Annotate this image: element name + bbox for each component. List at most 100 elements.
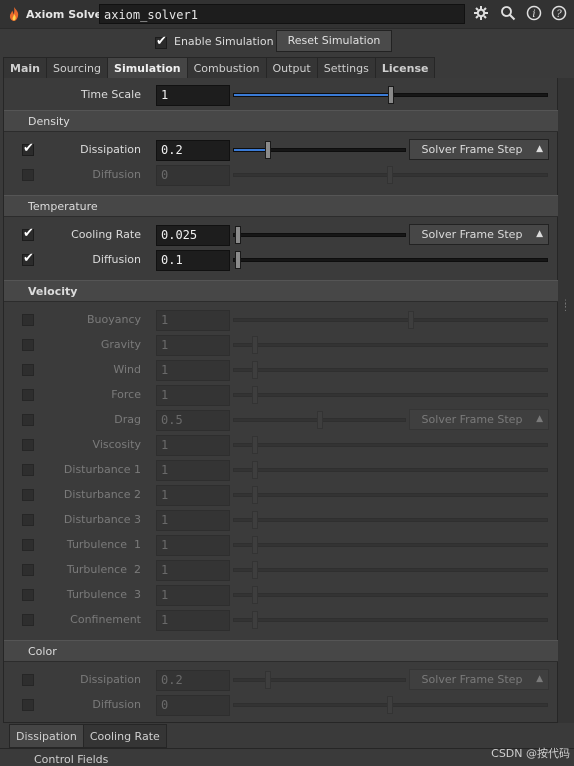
wind-slider-handle[interactable] [252,361,258,379]
time-scale-slider-handle[interactable] [388,86,394,104]
disturbance-2-checkbox[interactable] [22,489,34,501]
info-icon[interactable]: i [525,5,543,23]
disturbance-1-slider-handle[interactable] [252,461,258,479]
disturbance-1-checkbox[interactable] [22,464,34,476]
temperature-diffusion-field[interactable]: 0.1 [156,250,230,271]
turbulence-3-checkbox[interactable] [22,589,34,601]
tab-output[interactable]: Output [265,57,318,78]
gear-icon[interactable] [472,5,490,23]
disturbance-3-checkbox[interactable] [22,514,34,526]
density-diffusion-field[interactable]: 0 [156,165,230,186]
time-scale-field[interactable]: 1 [156,85,230,106]
scrollbar-grip-icon[interactable]: ⋮ ⋮ [561,300,570,313]
color-dissipation-field[interactable]: 0.2 [156,670,230,691]
density-section-header[interactable]: Density [4,110,559,132]
enable-simulation-checkbox[interactable] [155,34,167,49]
turbulence-2-field[interactable]: 1 [156,560,230,581]
drag-field[interactable]: 0.5 [156,410,230,431]
color-diffusion-slider[interactable] [233,696,548,714]
search-icon[interactable] [499,5,517,23]
drag-slider-handle[interactable] [317,411,323,429]
disturbance-3-field[interactable]: 1 [156,510,230,531]
force-slider[interactable] [233,386,548,404]
temperature-section-header[interactable]: Temperature [4,195,559,217]
buoyancy-slider-handle[interactable] [408,311,414,329]
turbulence-2-slider-handle[interactable] [252,561,258,579]
turbulence-3-slider-handle[interactable] [252,586,258,604]
force-slider-handle[interactable] [252,386,258,404]
wind-checkbox[interactable] [22,364,34,376]
density-dissipation-mode-menu[interactable]: Solver Frame Step ▲ [409,139,549,160]
density-diffusion-slider-handle[interactable] [387,166,393,184]
reset-simulation-button[interactable]: Reset Simulation [276,30,392,52]
turbulence-1-checkbox[interactable] [22,539,34,551]
tab-settings[interactable]: Settings [316,57,376,78]
temperature-diffusion-slider-handle[interactable] [235,251,241,269]
time-scale-slider[interactable] [233,86,548,104]
gravity-slider[interactable] [233,336,548,354]
color-dissipation-mode-menu[interactable]: Solver Frame Step ▲ [409,669,549,690]
turbulence-3-slider[interactable] [233,586,548,604]
temperature-diffusion-slider[interactable] [233,251,548,269]
help-icon[interactable]: ? [550,5,568,23]
confinement-slider-handle[interactable] [252,611,258,629]
drag-mode-menu[interactable]: Solver Frame Step ▲ [409,409,549,430]
tab-cooling-rate[interactable]: Cooling Rate [82,724,167,748]
disturbance-2-slider-handle[interactable] [252,486,258,504]
disturbance-2-slider[interactable] [233,486,548,504]
confinement-checkbox[interactable] [22,614,34,626]
turbulence-1-field[interactable]: 1 [156,535,230,556]
density-dissipation-field[interactable]: 0.2 [156,140,230,161]
color-section-header[interactable]: Color [4,640,559,662]
color-dissipation-checkbox[interactable] [22,674,34,686]
color-diffusion-slider-handle[interactable] [387,696,393,714]
tab-sourcing[interactable]: Sourcing [45,57,109,78]
turbulence-2-slider[interactable] [233,561,548,579]
force-field[interactable]: 1 [156,385,230,406]
vertical-scrollbar[interactable] [558,78,574,723]
density-dissipation-slider[interactable] [233,141,406,159]
tab-main[interactable]: Main [3,57,47,78]
wind-field[interactable]: 1 [156,360,230,381]
cooling-rate-slider[interactable] [233,226,406,244]
turbulence-2-checkbox[interactable] [22,564,34,576]
gravity-slider-handle[interactable] [252,336,258,354]
tab-license[interactable]: License [374,57,436,78]
turbulence-1-slider-handle[interactable] [252,536,258,554]
disturbance-1-slider[interactable] [233,461,548,479]
color-dissipation-slider[interactable] [233,671,406,689]
disturbance-1-field[interactable]: 1 [156,460,230,481]
tab-dissipation[interactable]: Dissipation [9,724,84,748]
density-dissipation-checkbox[interactable] [22,141,34,156]
drag-slider[interactable] [233,411,406,429]
node-name-field[interactable]: axiom_solver1 [99,4,465,24]
density-diffusion-slider[interactable] [233,166,548,184]
viscosity-slider[interactable] [233,436,548,454]
color-diffusion-checkbox[interactable] [22,699,34,711]
cooling-rate-field[interactable]: 0.025 [156,225,230,246]
temperature-diffusion-checkbox[interactable] [22,251,34,266]
cooling-rate-mode-menu[interactable]: Solver Frame Step ▲ [409,224,549,245]
buoyancy-field[interactable]: 1 [156,310,230,331]
color-diffusion-field[interactable]: 0 [156,695,230,716]
color-dissipation-slider-handle[interactable] [265,671,271,689]
cooling-rate-slider-handle[interactable] [235,226,241,244]
buoyancy-checkbox[interactable] [22,314,34,326]
buoyancy-slider[interactable] [233,311,548,329]
drag-checkbox[interactable] [22,414,34,426]
tab-combustion[interactable]: Combustion [186,57,267,78]
viscosity-checkbox[interactable] [22,439,34,451]
disturbance-3-slider[interactable] [233,511,548,529]
disturbance-2-field[interactable]: 1 [156,485,230,506]
turbulence-3-field[interactable]: 1 [156,585,230,606]
gravity-field[interactable]: 1 [156,335,230,356]
confinement-field[interactable]: 1 [156,610,230,631]
velocity-section-header[interactable]: Velocity [4,280,559,302]
confinement-slider[interactable] [233,611,548,629]
viscosity-slider-handle[interactable] [252,436,258,454]
turbulence-1-slider[interactable] [233,536,548,554]
disturbance-3-slider-handle[interactable] [252,511,258,529]
cooling-rate-checkbox[interactable] [22,226,34,241]
tab-simulation[interactable]: Simulation [107,57,188,78]
density-diffusion-checkbox[interactable] [22,169,34,181]
